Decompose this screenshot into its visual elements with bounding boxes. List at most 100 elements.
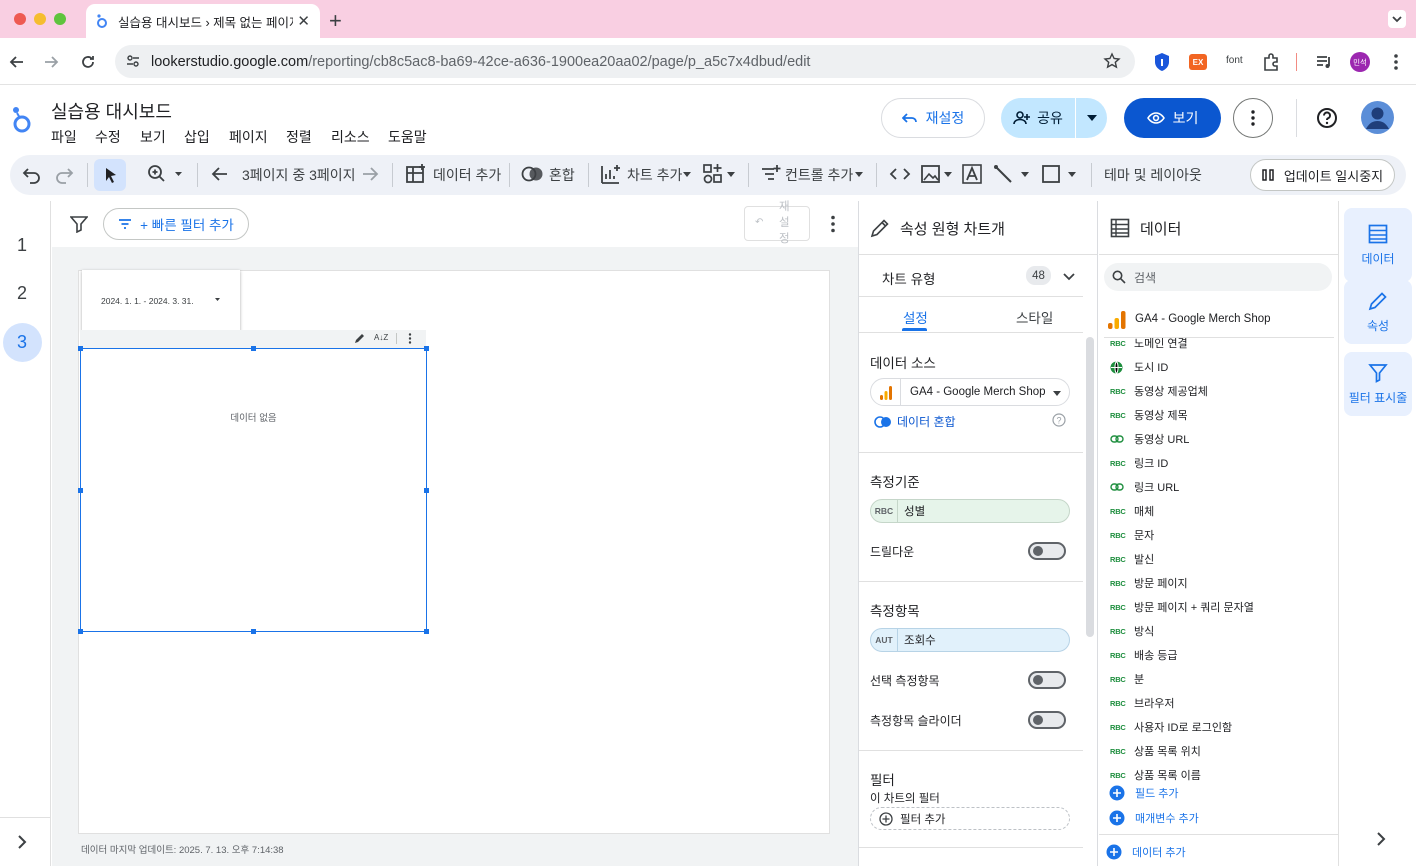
menu-page[interactable]: 페이지 xyxy=(229,127,268,147)
metric-slider-toggle[interactable] xyxy=(1028,711,1066,729)
text-box-icon[interactable] xyxy=(961,163,983,185)
blend-button[interactable]: 혼합 xyxy=(549,165,575,185)
browser-menu-icon[interactable] xyxy=(1388,52,1404,72)
rail-filter-button[interactable]: 필터 표시줄 xyxy=(1344,352,1412,416)
resize-handle[interactable] xyxy=(251,346,256,351)
field-list-item[interactable]: 링크 URL xyxy=(1110,478,1179,496)
tab-style[interactable]: 스타일 xyxy=(1016,307,1053,327)
field-list-item[interactable]: RBC 방문 페이지 + 쿼리 문자열 xyxy=(1110,598,1254,616)
help-icon[interactable] xyxy=(1316,107,1338,129)
optional-metrics-toggle[interactable] xyxy=(1028,671,1066,689)
resize-handle[interactable] xyxy=(78,629,83,634)
menu-view[interactable]: 보기 xyxy=(140,127,166,147)
puzzle-extensions-icon[interactable] xyxy=(1261,52,1281,72)
resize-handle[interactable] xyxy=(424,488,429,493)
edit-pencil-icon[interactable] xyxy=(354,333,365,344)
field-search-input[interactable]: 검색 xyxy=(1104,263,1332,291)
data-source-name[interactable]: GA4 - Google Merch Shop xyxy=(1135,313,1271,325)
tab-setup[interactable]: 설정 xyxy=(903,307,928,327)
shape-icon[interactable] xyxy=(1041,163,1081,185)
metric-chip[interactable]: AUT 조회수 xyxy=(870,628,1070,652)
field-list-item[interactable]: RBC 노메인 연결 xyxy=(1110,338,1188,352)
forward-arrow-icon[interactable] xyxy=(42,53,60,71)
resize-handle[interactable] xyxy=(251,629,256,634)
looker-studio-logo-icon[interactable] xyxy=(10,104,34,134)
date-range-control[interactable]: 2024. 1. 1. - 2024. 3. 31. xyxy=(82,270,240,331)
field-list-item[interactable]: RBC 상품 목록 위치 xyxy=(1110,742,1201,760)
blend-data-link[interactable]: 데이터 혼합 xyxy=(874,413,956,430)
field-list-item[interactable]: RBC 방식 xyxy=(1110,622,1154,640)
field-list-item[interactable]: RBC 상품 목록 이름 xyxy=(1110,766,1201,784)
reload-icon[interactable] xyxy=(79,53,97,71)
chart-type-label[interactable]: 차트 유형 xyxy=(882,268,935,288)
menu-edit[interactable]: 수정 xyxy=(95,127,121,147)
prev-page-arrow-icon[interactable] xyxy=(210,163,230,185)
field-list-item[interactable]: RBC 동영상 제공업체 xyxy=(1110,382,1208,400)
back-arrow-icon[interactable] xyxy=(8,53,26,71)
menu-help[interactable]: 도움말 xyxy=(388,127,427,147)
minimize-window-button[interactable] xyxy=(34,13,46,25)
canvas-reset-button[interactable]: ↶ 재설정 xyxy=(744,201,810,245)
pie-chart-selected[interactable]: 데이터 없음 xyxy=(80,348,427,632)
page-item-3[interactable]: 3 xyxy=(0,332,44,353)
field-list-item[interactable]: RBC 매체 xyxy=(1110,502,1154,520)
field-list-item[interactable]: RBC 링크 ID xyxy=(1110,454,1168,472)
shield-extension-icon[interactable] xyxy=(1154,52,1170,72)
close-window-button[interactable] xyxy=(14,13,26,25)
report-title[interactable]: 실습용 대시보드 xyxy=(51,98,172,124)
zoom-icon[interactable] xyxy=(147,163,185,185)
menu-resources[interactable]: 리소스 xyxy=(331,127,370,147)
caret-down-icon[interactable] xyxy=(855,172,863,177)
view-button[interactable]: 보기 xyxy=(1124,98,1221,138)
add-chart-button[interactable]: 차트 추가 xyxy=(627,165,682,185)
browser-tab-active[interactable]: 실습용 대시보드 › 제목 없는 페이지 ✕ xyxy=(86,4,320,38)
reset-button[interactable]: 재설정 xyxy=(881,98,985,138)
blend-icon[interactable] xyxy=(521,163,545,185)
field-list-item[interactable]: RBC 분 xyxy=(1110,670,1144,688)
share-button[interactable]: 공유 xyxy=(1001,98,1075,138)
field-list-item[interactable]: RBC 브라우저 xyxy=(1110,694,1174,712)
maximize-window-button[interactable] xyxy=(54,13,66,25)
menu-insert[interactable]: 삽입 xyxy=(184,127,210,147)
caret-down-icon[interactable] xyxy=(683,172,691,177)
site-settings-icon[interactable] xyxy=(125,53,141,69)
resize-handle[interactable] xyxy=(78,346,83,351)
page-item-1[interactable]: 1 xyxy=(0,235,44,256)
more-options-button[interactable] xyxy=(1233,98,1273,138)
field-list-item[interactable]: RBC 방문 페이지 xyxy=(1110,574,1188,592)
rail-props-button[interactable]: 속성 xyxy=(1344,280,1412,344)
dimension-chip[interactable]: RBC 성별 xyxy=(870,499,1070,523)
canvas-more-icon[interactable] xyxy=(830,215,836,233)
resize-handle[interactable] xyxy=(424,629,429,634)
bookmark-star-icon[interactable] xyxy=(1103,52,1121,70)
close-tab-icon[interactable]: ✕ xyxy=(297,12,310,30)
next-page-arrow-icon[interactable] xyxy=(360,163,380,185)
add-parameter-button[interactable]: 매개변수 추가 xyxy=(1109,810,1199,826)
field-list-item[interactable]: RBC 문자 xyxy=(1110,526,1154,544)
add-component-icon[interactable] xyxy=(703,163,739,185)
sort-az-icon[interactable]: A↓Z xyxy=(374,333,388,342)
chevron-down-icon[interactable] xyxy=(1063,273,1075,281)
field-list-item[interactable]: RBC 발신 xyxy=(1110,550,1154,568)
pause-updates-button[interactable]: 업데이트 일시중지 xyxy=(1250,159,1395,191)
help-circle-icon[interactable]: ? xyxy=(1052,413,1066,427)
font-extension-icon[interactable]: font xyxy=(1226,55,1243,66)
add-filter-button[interactable]: 필터 추가 xyxy=(870,807,1070,830)
theme-layout-button[interactable]: 테마 및 레이아웃 xyxy=(1104,165,1202,185)
resize-handle[interactable] xyxy=(424,346,429,351)
chart-more-icon[interactable] xyxy=(408,333,412,344)
rail-expand-chevron-icon[interactable] xyxy=(1374,831,1388,847)
add-chart-icon[interactable] xyxy=(600,163,622,185)
data-source-select[interactable]: GA4 - Google Merch Shop xyxy=(870,378,1070,406)
menu-arrange[interactable]: 정렬 xyxy=(286,127,312,147)
props-scrollbar[interactable] xyxy=(1086,337,1094,637)
undo-icon[interactable] xyxy=(22,163,42,185)
add-control-icon[interactable] xyxy=(760,163,782,185)
add-data-icon[interactable] xyxy=(405,163,427,185)
add-data-source-button[interactable]: 데이터 추가 xyxy=(1106,844,1186,860)
ex-extension-icon[interactable]: EX xyxy=(1189,54,1207,70)
page-item-2[interactable]: 2 xyxy=(0,283,44,304)
filter-funnel-icon[interactable] xyxy=(70,215,88,233)
field-list-item[interactable]: RBC 사용자 ID로 로그인함 xyxy=(1110,718,1232,736)
rail-data-button[interactable]: 데이터 xyxy=(1344,208,1412,282)
